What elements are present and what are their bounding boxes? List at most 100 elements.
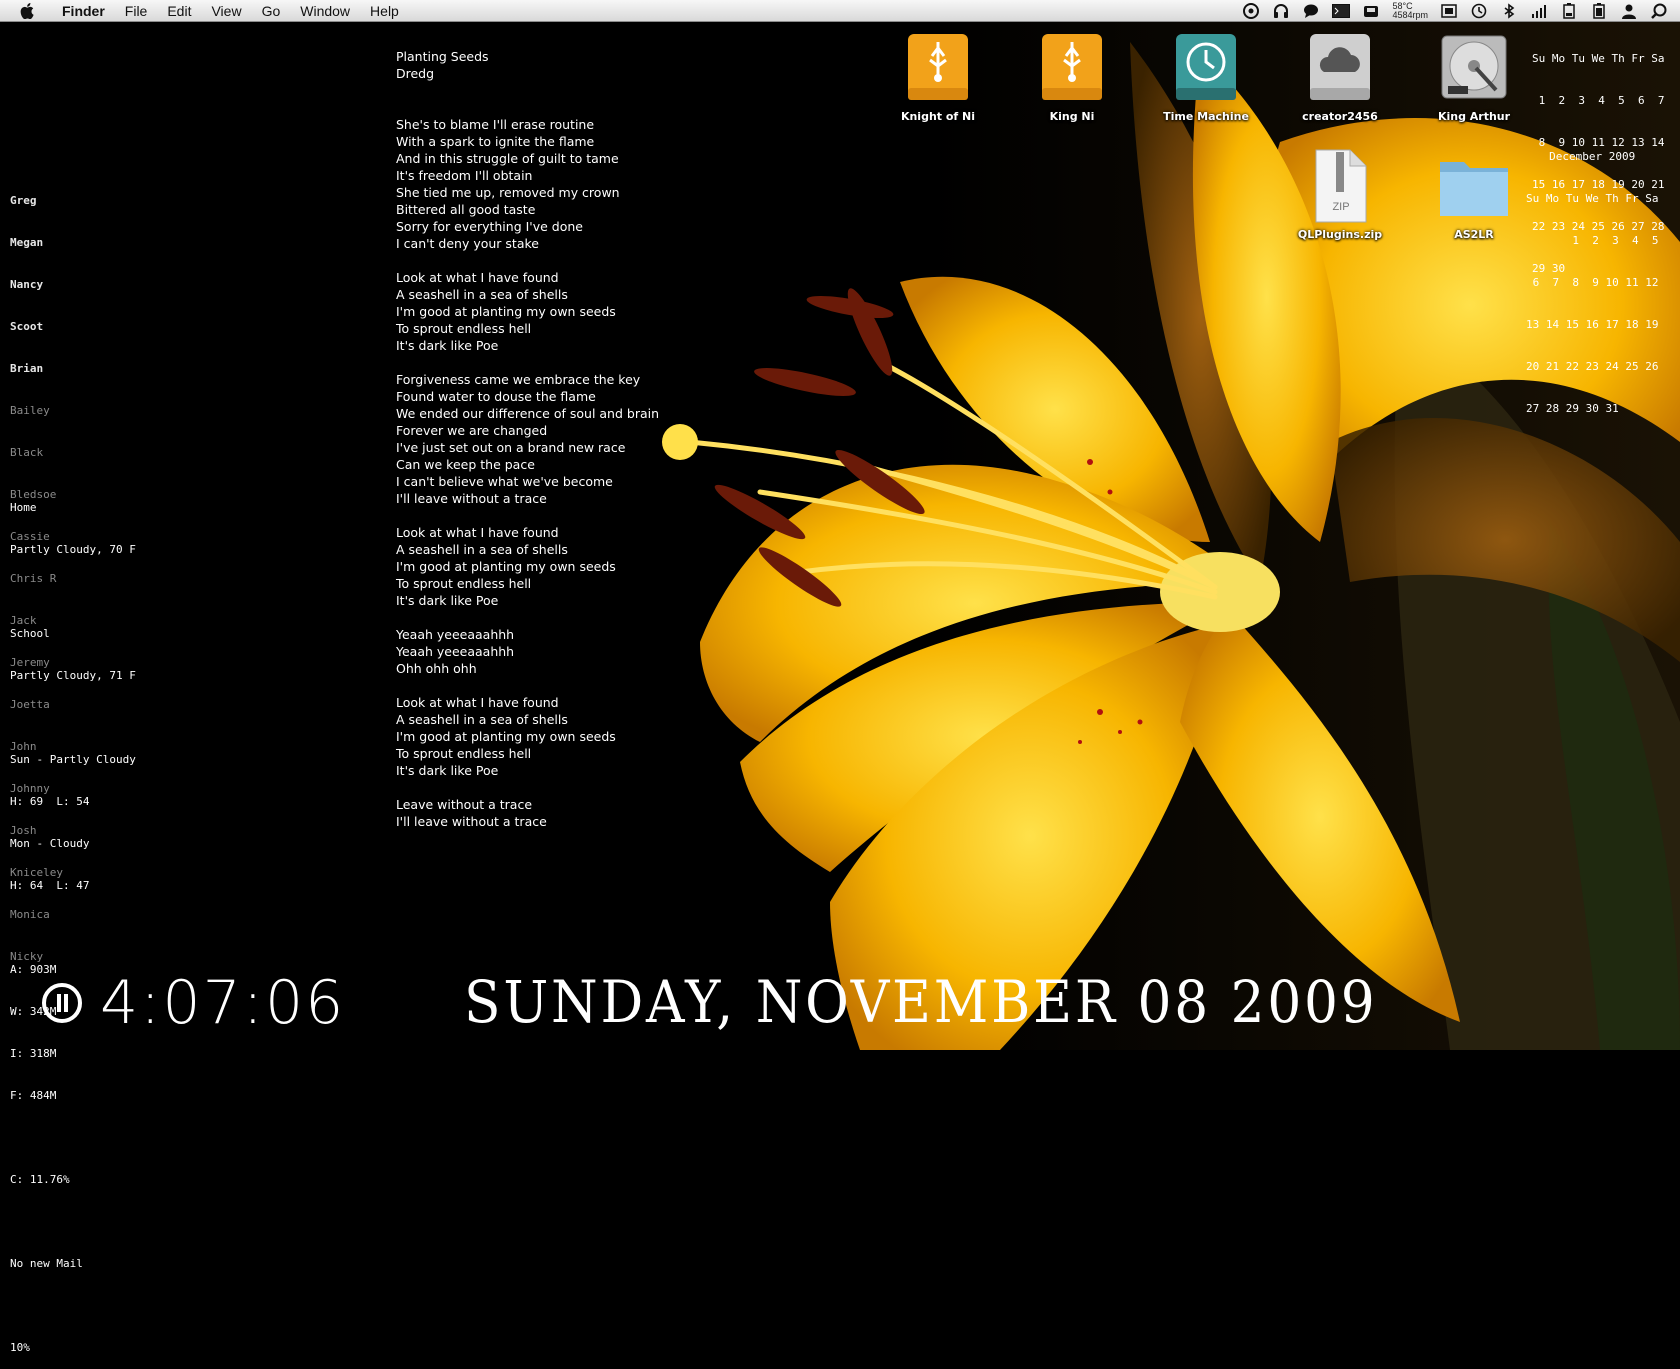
lyric-line: A seashell in a sea of shells	[396, 287, 568, 302]
clock-display: 4:07:06	[40, 968, 345, 1038]
bluetooth-icon[interactable]	[1500, 3, 1518, 19]
lyrics-stanza: Look at what I have found A seashell in …	[396, 524, 659, 609]
lyric-line: I've just set out on a brand new race	[396, 440, 626, 455]
desktop-icon-as2lr[interactable]: AS2LR	[1414, 148, 1534, 241]
desktop-icon-knight-of-ni[interactable]: Knight of Ni	[878, 30, 998, 123]
forecast-day-2: Mon - Cloudy	[10, 837, 90, 850]
song-title: Planting Seeds	[396, 49, 489, 64]
calendar-week: 20 21 22 23 24 25 26	[1526, 360, 1659, 373]
weather-school-label: School	[10, 627, 50, 640]
desktop-icon-label: King Ni	[1049, 110, 1095, 123]
folder-icon	[1440, 162, 1508, 216]
lyrics-stanza: Leave without a trace I'll leave without…	[396, 796, 659, 830]
lyrics-stanza: Yeaah yeeeaaahhh Yeaah yeeeaaahhh Ohh oh…	[396, 626, 659, 677]
desktop-icon-creator2456[interactable]: creator2456	[1280, 30, 1400, 123]
network-drive-icon	[1310, 34, 1370, 100]
memory-free: F: 484M	[10, 1089, 57, 1102]
lyric-line: I'm good at planting my own seeds	[396, 304, 616, 319]
person-inactive: Black	[10, 446, 44, 459]
person-active: Scoot	[10, 320, 44, 333]
drive-icon[interactable]	[1362, 3, 1380, 19]
menu-edit[interactable]: Edit	[157, 0, 201, 22]
lyrics-stanza: Forgiveness came we embrace the key Foun…	[396, 371, 659, 507]
apple-menu-icon[interactable]	[16, 0, 38, 22]
lyric-line: Leave without a trace	[396, 797, 533, 812]
lyric-line: Found water to douse the flame	[396, 389, 596, 404]
lyric-line: With a spark to ignite the flame	[396, 134, 595, 149]
desktop-icon-label: creator2456	[1302, 110, 1378, 123]
desktop-icon-king-ni[interactable]: King Ni	[1012, 30, 1132, 123]
activity-icon[interactable]	[1242, 3, 1260, 19]
calendar-week: 13 14 15 16 17 18 19	[1526, 318, 1659, 331]
lyric-line: A seashell in a sea of shells	[396, 712, 568, 727]
memory-inactive: I: 318M	[10, 1047, 57, 1060]
timemachine-icon[interactable]	[1470, 3, 1488, 19]
battery-icon[interactable]	[1560, 3, 1578, 19]
clock-power-icon	[42, 983, 82, 1023]
menu-view[interactable]: View	[201, 0, 251, 22]
menu-file[interactable]: File	[115, 0, 158, 22]
lyric-line: Forever we are changed	[396, 423, 548, 438]
app-menu-finder[interactable]: Finder	[52, 0, 115, 22]
clock-time: 4:07:06	[100, 968, 346, 1038]
display-icon[interactable]	[1440, 3, 1458, 19]
menu-go[interactable]: Go	[252, 0, 291, 22]
headphones-icon[interactable]	[1272, 3, 1290, 19]
menu-help[interactable]: Help	[360, 0, 409, 22]
lyric-line: Sorry for everything I've done	[396, 219, 583, 234]
usb-drive-icon	[908, 34, 968, 100]
person-active: Megan	[10, 236, 44, 249]
lyric-line: To sprout endless hell	[396, 321, 532, 336]
desktop-icon-time-machine[interactable]: Time Machine	[1146, 30, 1266, 123]
person-active: Brian	[10, 362, 44, 375]
lyric-line: Look at what I have found	[396, 695, 559, 710]
zip-badge: ZIP	[1332, 201, 1349, 213]
mail-status: No new Mail	[10, 1257, 83, 1270]
desktop-icon-qlplugins-zip[interactable]: ZIP QLPlugins.zip	[1280, 148, 1400, 241]
lyric-line: We ended our difference of soul and brai…	[396, 406, 660, 421]
lyric-line: I'll leave without a trace	[396, 814, 547, 829]
lyric-line: I'll leave without a trace	[396, 491, 547, 506]
lyric-line: I'm good at planting my own seeds	[396, 729, 616, 744]
lyric-line: Yeaah yeeeaaahhh	[396, 644, 515, 659]
calendar-weekday-header: Su Mo Tu We Th Fr Sa	[1532, 52, 1665, 65]
zip-file-icon: ZIP	[1315, 149, 1367, 223]
weather-home-label: Home	[10, 501, 37, 514]
lyric-line: She's to blame I'll erase routine	[396, 117, 595, 132]
terminal-icon[interactable]	[1332, 3, 1351, 19]
desktop-icon-king-arthur[interactable]: King Arthur	[1414, 30, 1534, 123]
lyric-line: A seashell in a sea of shells	[396, 542, 568, 557]
desktop-icon-label: Knight of Ni	[900, 110, 976, 123]
menu-bar: Finder File Edit View Go Window Help 58°…	[0, 0, 1680, 22]
person-active: Greg	[10, 194, 37, 207]
menu-window[interactable]: Window	[290, 0, 360, 22]
lyric-line: Look at what I have found	[396, 270, 559, 285]
lyric-line: I can't believe what we've become	[396, 474, 613, 489]
cpu-usage: C: 11.76%	[10, 1173, 70, 1186]
lyrics-panel: Planting Seeds Dredg She's to blame I'll…	[396, 48, 659, 847]
person-inactive: Bailey	[10, 404, 50, 417]
desktop-icon-label: Time Machine	[1163, 110, 1249, 123]
temperature-readout: 58°C 4584rpm	[1392, 2, 1428, 20]
person-active: Nancy	[10, 278, 44, 291]
desktop-icon-label: King Arthur	[1437, 110, 1511, 123]
lyric-line: Yeaah yeeeaaahhh	[396, 627, 515, 642]
desktop-icon-label: QLPlugins.zip	[1297, 228, 1383, 241]
chat-icon[interactable]	[1302, 3, 1320, 19]
lyrics-stanza: Look at what I have found A seashell in …	[396, 269, 659, 354]
battery-icon-2[interactable]	[1590, 3, 1608, 19]
forecast-day-2-hilo: H: 64 L: 47	[10, 879, 90, 892]
timemachine-drive-icon	[1176, 34, 1236, 100]
calendar-week: 1 2 3 4 5 6 7	[1532, 94, 1665, 107]
spotlight-icon[interactable]	[1650, 3, 1668, 19]
battery-percent: 10%	[10, 1341, 30, 1354]
hard-disk-icon	[1441, 35, 1507, 99]
calendar-weekday-header: Su Mo Tu We Th Fr Sa	[1526, 192, 1659, 205]
lyrics-stanza: She's to blame I'll erase routine With a…	[396, 116, 659, 252]
weather-home-cond: Partly Cloudy, 70 F	[10, 543, 136, 556]
user-icon[interactable]	[1620, 3, 1638, 19]
lyric-line: Can we keep the pace	[396, 457, 535, 472]
lyric-line: Bittered all good taste	[396, 202, 536, 217]
date-display: SUNDAY, NOVEMBER 08 2009	[464, 968, 1378, 1036]
signal-icon[interactable]	[1530, 3, 1548, 19]
